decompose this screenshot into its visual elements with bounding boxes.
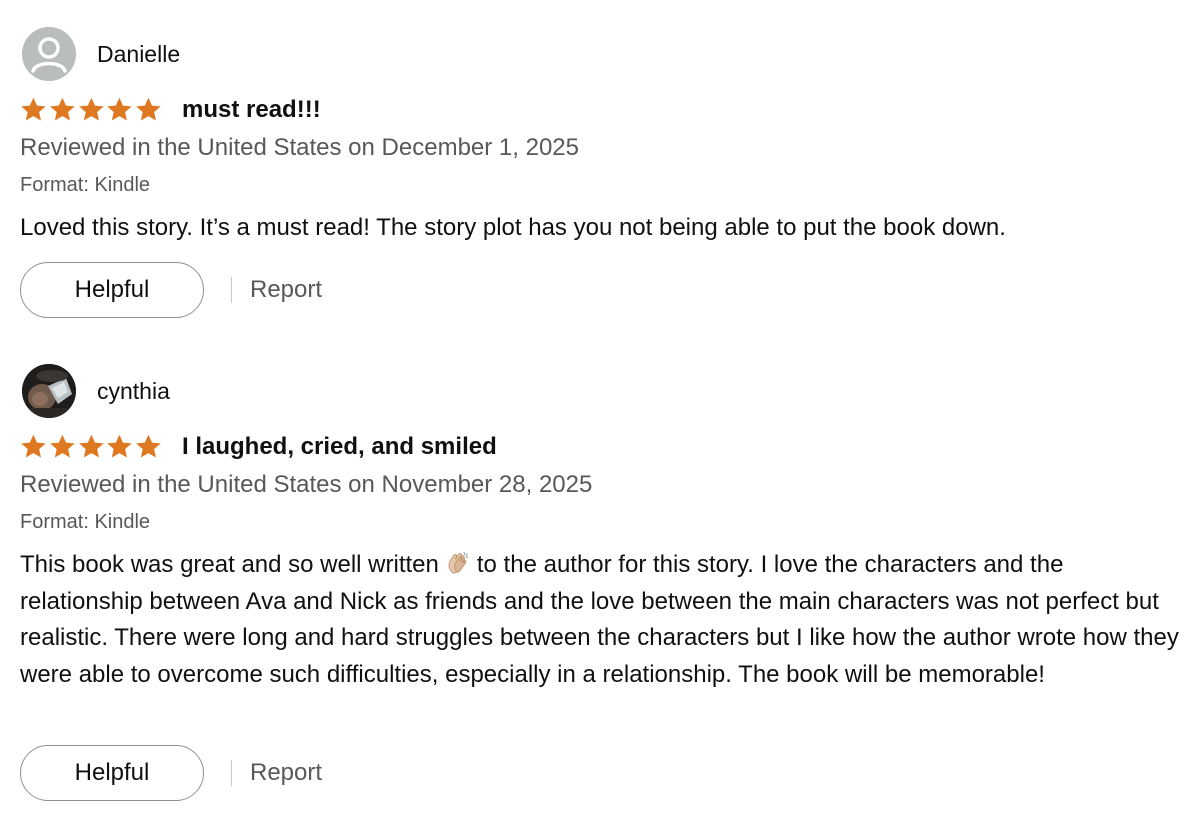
star-icon xyxy=(78,434,104,458)
helpful-button[interactable]: Helpful xyxy=(20,262,204,318)
reviewer-profile[interactable]: Danielle xyxy=(22,27,180,81)
star-icon xyxy=(136,434,161,458)
review-body-text: Loved this story. It’s a must read! The … xyxy=(20,214,1006,241)
avatar xyxy=(22,364,76,418)
report-link[interactable]: Report xyxy=(250,276,322,304)
default-person-icon xyxy=(22,27,76,81)
clapping-hands-icon xyxy=(448,552,469,574)
review-date: Reviewed in the United States on Decembe… xyxy=(20,134,579,161)
star-icon xyxy=(78,97,104,121)
star-icon xyxy=(49,97,75,121)
review-actions: Helpful Report xyxy=(20,262,322,318)
review-title[interactable]: I laughed, cried, and smiled xyxy=(182,432,497,462)
helpful-button[interactable]: Helpful xyxy=(20,745,204,801)
divider xyxy=(231,277,232,303)
report-link[interactable]: Report xyxy=(250,759,322,787)
reviewer-profile[interactable]: cynthia xyxy=(22,364,170,418)
rating-row: I laughed, cried, and smiled xyxy=(19,431,497,463)
profile-photo-icon xyxy=(22,364,76,418)
star-icon xyxy=(136,97,161,121)
star-icon xyxy=(107,97,133,121)
rating-row: must read!!! xyxy=(19,94,321,126)
star-rating[interactable] xyxy=(19,96,163,124)
review-body: Loved this story. It’s a must read! The … xyxy=(20,210,1185,247)
reviewer-name: cynthia xyxy=(97,378,170,404)
review-format[interactable]: Format: Kindle xyxy=(20,509,150,535)
review-date: Reviewed in the United States on Novembe… xyxy=(20,471,593,498)
review-title[interactable]: must read!!! xyxy=(182,95,321,125)
avatar xyxy=(22,27,76,81)
star-icon xyxy=(107,434,133,458)
review-actions: Helpful Report xyxy=(20,745,322,801)
divider xyxy=(231,760,232,786)
review-body-part: This book was great and so well written xyxy=(20,551,439,578)
star-icon xyxy=(49,434,75,458)
reviewer-name: Danielle xyxy=(97,41,181,67)
review-format[interactable]: Format: Kindle xyxy=(20,172,150,198)
review-body: This book was great and so well written … xyxy=(20,547,1185,693)
star-rating[interactable] xyxy=(19,433,163,461)
star-icon xyxy=(21,97,46,121)
reviews-list: Danielle must read!!! Reviewed in the Un… xyxy=(0,0,1200,819)
review-body-text: This book was great and so well written … xyxy=(20,547,1185,693)
star-icon xyxy=(21,434,46,458)
